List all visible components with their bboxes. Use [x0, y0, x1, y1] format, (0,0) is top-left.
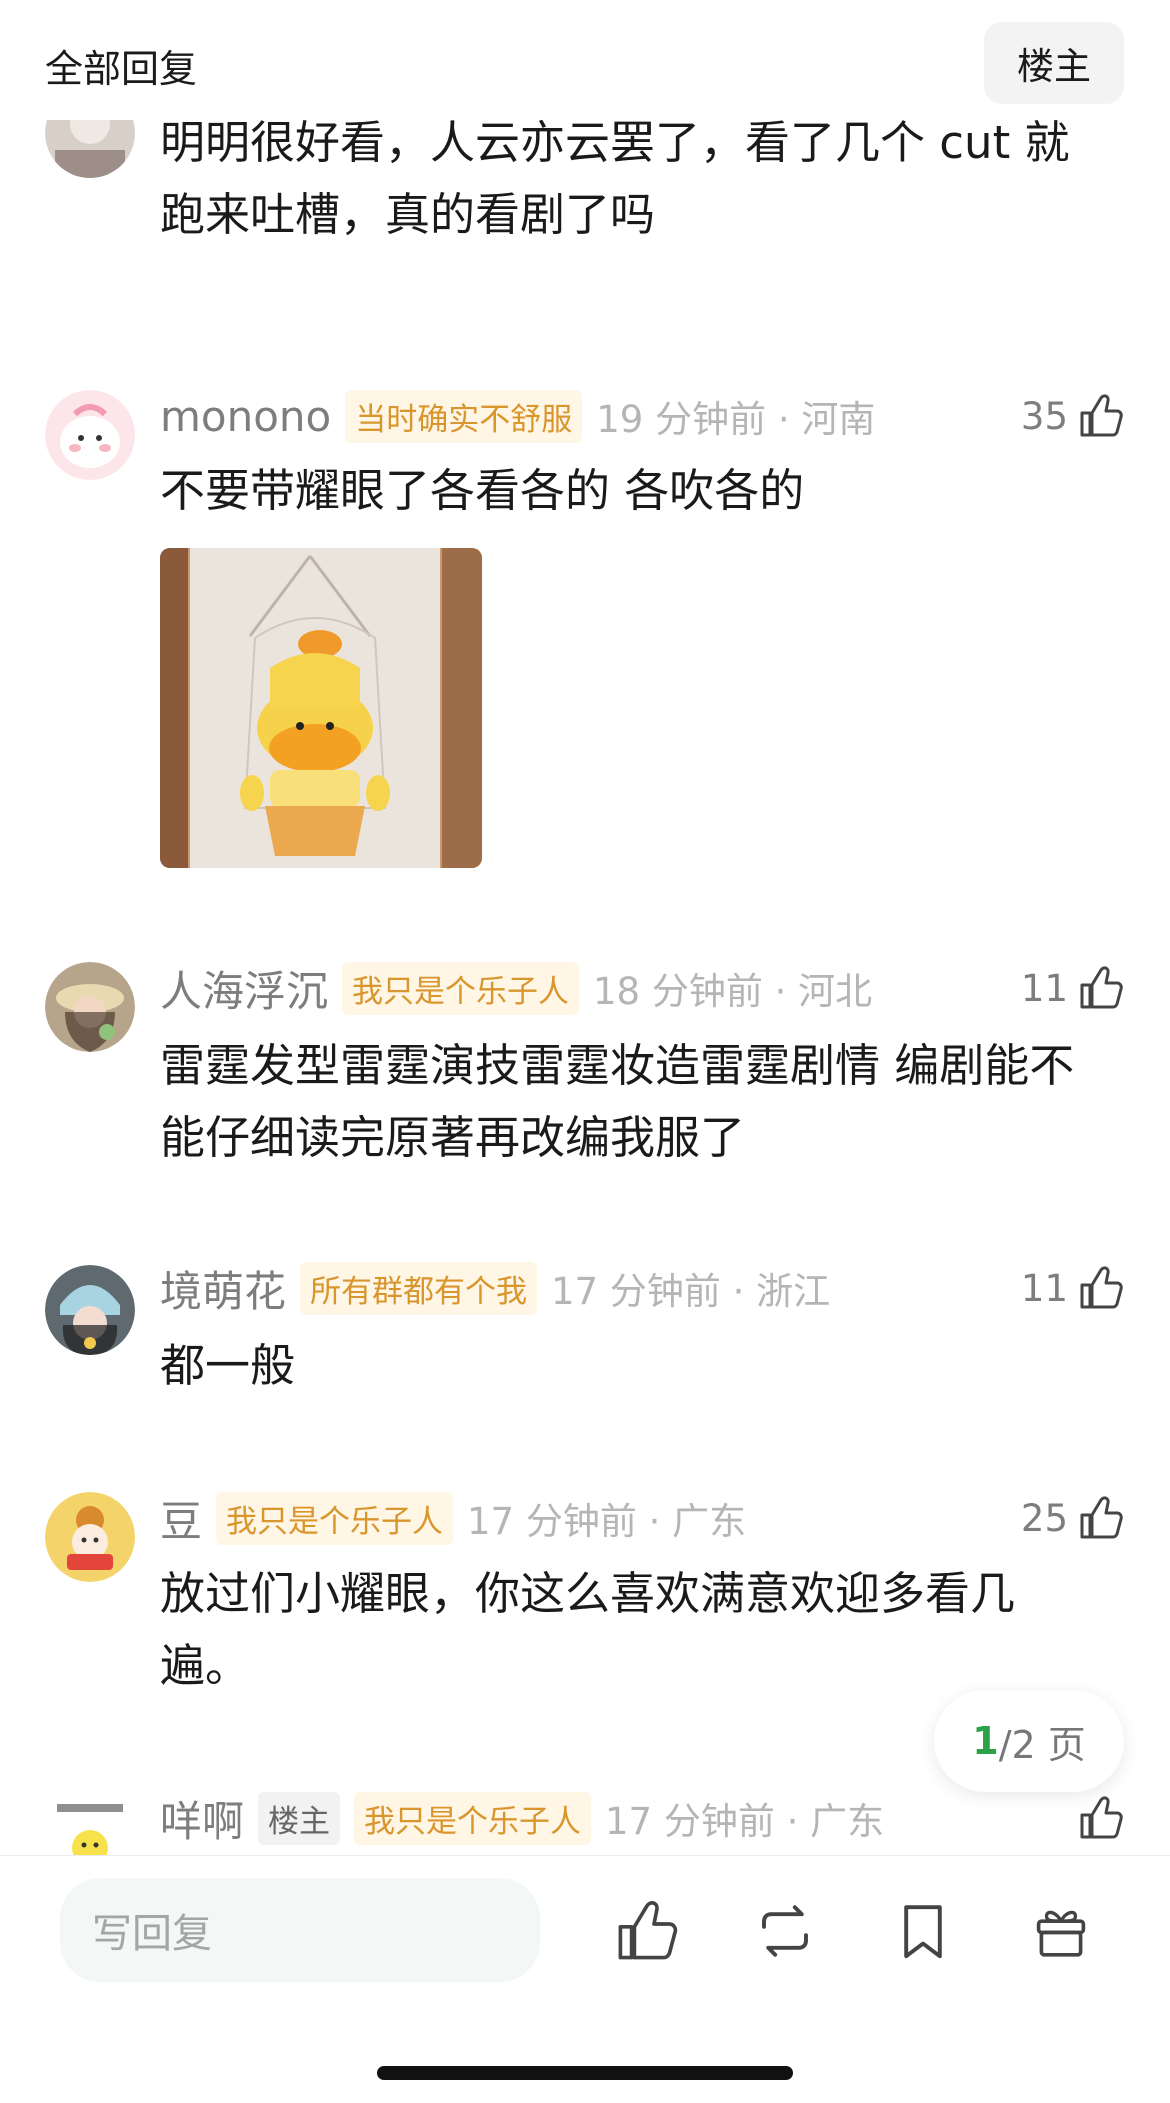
thumbs-up-icon	[1080, 1496, 1123, 1539]
like-count: 11	[1020, 966, 1068, 1010]
home-indicator	[377, 2066, 793, 2080]
reply-input[interactable]: 写回复	[60, 1878, 540, 1982]
bookmark-icon	[904, 1905, 942, 1959]
comment-meta: 咩啊 楼主 我只是个乐子人 17 分钟前 · 广东	[160, 1790, 884, 1846]
bookmark-button[interactable]	[888, 1896, 958, 1966]
thumbs-up-icon	[618, 1901, 678, 1960]
like-count: 35	[1020, 394, 1068, 438]
username[interactable]: monono	[160, 392, 331, 441]
comment-text: 雷霆发型雷霆演技雷霆妆造雷霆剧情 编剧能不能仔细读完原著再改编我服了	[160, 1039, 1075, 1164]
user-badge: 所有群都有个我	[300, 1261, 538, 1315]
comment-meta: monono 当时确实不舒服 19 分钟前 · 河南	[160, 388, 875, 444]
thumbs-up-icon	[1080, 1796, 1123, 1839]
page-title: 全部回复	[45, 47, 198, 91]
avatar[interactable]	[45, 390, 135, 480]
like-button[interactable]	[1076, 1790, 1126, 1846]
comment-list: 明明很好看，人云亦云罢了，看了几个 cut 就跑来吐槽，真的看剧了吗 monon…	[0, 0, 1170, 1855]
like-button[interactable]: 25	[1021, 1490, 1126, 1546]
user-badge: 我只是个乐子人	[354, 1791, 592, 1845]
comment-text: 都一般	[160, 1339, 296, 1392]
username[interactable]: 咩啊	[160, 1788, 244, 1849]
avatar[interactable]	[45, 1492, 135, 1582]
user-badge: 当时确实不舒服	[345, 389, 583, 443]
like-count: 25	[1020, 1496, 1068, 1540]
username[interactable]: 人海浮沉	[160, 958, 328, 1019]
thumbs-up-icon	[1080, 394, 1123, 437]
current-page: 1	[972, 1719, 999, 1763]
repost-icon	[762, 1905, 808, 1957]
like-post-button[interactable]	[612, 1896, 682, 1966]
user-badge: 我只是个乐子人	[216, 1491, 454, 1545]
thumbs-up-icon	[1080, 1266, 1123, 1309]
comment-text: 放过们小耀眼，你这么喜欢满意欢迎多看几遍。	[160, 1567, 1016, 1692]
thumbs-up-icon	[1080, 966, 1123, 1009]
username[interactable]: 境萌花	[160, 1258, 286, 1319]
comment-text: 明明很好看，人云亦云罢了，看了几个 cut 就跑来吐槽，真的看剧了吗	[160, 116, 1070, 241]
gift-icon	[1036, 1910, 1086, 1957]
like-button[interactable]: 11	[1021, 960, 1126, 1016]
bottom-action-bar: 写回复	[0, 1855, 1170, 2103]
comment-meta: 豆 我只是个乐子人 17 分钟前 · 广东	[160, 1490, 746, 1546]
top-bar: 全部回复 楼主	[0, 0, 1170, 120]
comment-meta: 境萌花 所有群都有个我 17 分钟前 · 浙江	[160, 1260, 830, 1316]
repost-button[interactable]	[750, 1896, 820, 1966]
owner-tag: 楼主	[258, 1791, 341, 1845]
timestamp-location: 17 分钟前 · 广东	[467, 1500, 747, 1543]
like-count: 11	[1020, 1266, 1068, 1310]
like-button[interactable]: 35	[1021, 388, 1126, 444]
timestamp-location: 19 分钟前 · 河南	[596, 398, 876, 441]
gift-button[interactable]	[1026, 1896, 1096, 1966]
total-pages: /2 页	[998, 1722, 1086, 1767]
like-button[interactable]: 11	[1021, 1260, 1126, 1316]
owner-only-button[interactable]: 楼主	[984, 22, 1124, 104]
page-indicator[interactable]: 1 /2 页	[934, 1690, 1124, 1792]
avatar[interactable]	[45, 962, 135, 1052]
comment-text: 不要带耀眼了各看各的 各吹各的	[160, 464, 805, 517]
user-badge: 我只是个乐子人	[342, 961, 580, 1015]
comment-meta: 人海浮沉 我只是个乐子人 18 分钟前 · 河北	[160, 960, 872, 1016]
avatar[interactable]	[45, 1796, 135, 1855]
timestamp-location: 18 分钟前 · 河北	[593, 970, 873, 1013]
sticker-image[interactable]	[160, 548, 482, 868]
timestamp-location: 17 分钟前 · 浙江	[551, 1270, 831, 1313]
avatar[interactable]	[45, 1265, 135, 1355]
username[interactable]: 豆	[160, 1488, 202, 1549]
timestamp-location: 17 分钟前 · 广东	[605, 1800, 885, 1843]
